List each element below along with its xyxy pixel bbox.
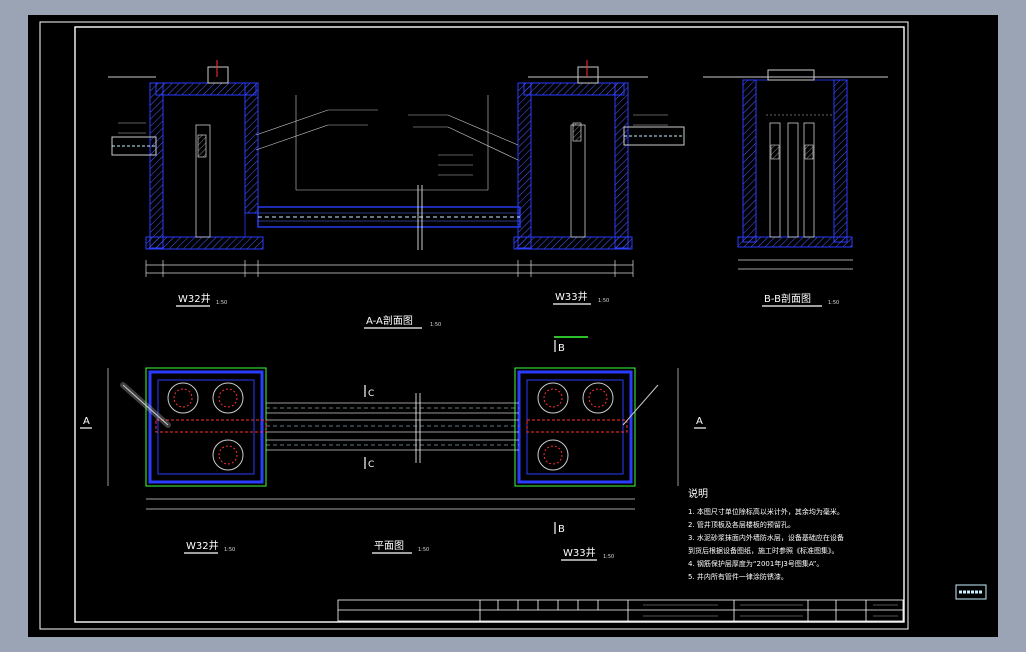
w33-scale-plan: 1:50	[603, 554, 614, 560]
section-bb	[703, 69, 888, 270]
section-mark-c-top: C	[368, 389, 374, 399]
w33-label-plan: W33井	[563, 546, 596, 559]
plan-title: 平面图	[374, 540, 404, 552]
section-bb-title: B-B剖面图	[764, 292, 811, 305]
plan-view	[107, 336, 679, 510]
w32-label-plan: W32井	[186, 539, 219, 552]
notes-item-1: 1. 本图尺寸单位除标高以米计外，其余均为毫米。	[688, 507, 844, 516]
notes-item-6: 5. 井内所有管件一律涂防锈漆。	[688, 572, 788, 581]
w32-scale-plan: 1:50	[224, 547, 235, 553]
cad-drawing-canvas: W32井 1:50 W33井 1:50 A-A剖面图 1:50 B-B剖面图 1…	[28, 15, 998, 637]
w33-label-section: W33井	[555, 290, 588, 303]
section-mark-b-top: B	[558, 343, 565, 354]
plan-scale: 1:50	[418, 547, 429, 553]
w32-label-section: W32井	[178, 292, 211, 305]
notes-block: 说明 1. 本图尺寸单位除标高以米计外，其余均为毫米。 2. 管井顶板及各层楼板…	[688, 487, 844, 581]
cad-drawing: W32井 1:50 W33井 1:50 A-A剖面图 1:50 B-B剖面图 1…	[39, 21, 987, 630]
section-mark-a-right: A	[696, 416, 703, 427]
notes-heading: 说明	[688, 487, 708, 500]
w32-scale-section: 1:50	[216, 300, 227, 306]
title-block	[337, 599, 904, 622]
notes-item-4: 到货后根据设备图纸，施工时参照《标准图集》。	[688, 546, 839, 555]
w33-scale-section: 1:50	[598, 298, 609, 304]
section-aa-title: A-A剖面图	[366, 314, 413, 327]
notes-item-5: 4. 钢筋保护层厚度为“2001年J3号图集A”。	[688, 559, 823, 568]
inner-frame	[74, 26, 905, 623]
section-aa-scale: 1:50	[430, 322, 441, 328]
section-mark-c-bottom: C	[368, 460, 374, 470]
notes-item-2: 2. 管井顶板及各层楼板的预留孔。	[688, 520, 795, 529]
section-aa	[108, 60, 685, 277]
section-mark-a-left: A	[83, 416, 90, 427]
section-mark-b-bottom: B	[558, 524, 565, 535]
section-bb-scale: 1:50	[828, 300, 839, 306]
notes-item-3: 3. 水泥砂浆抹面内外墙防水层，设备基础应在设备	[688, 533, 844, 542]
